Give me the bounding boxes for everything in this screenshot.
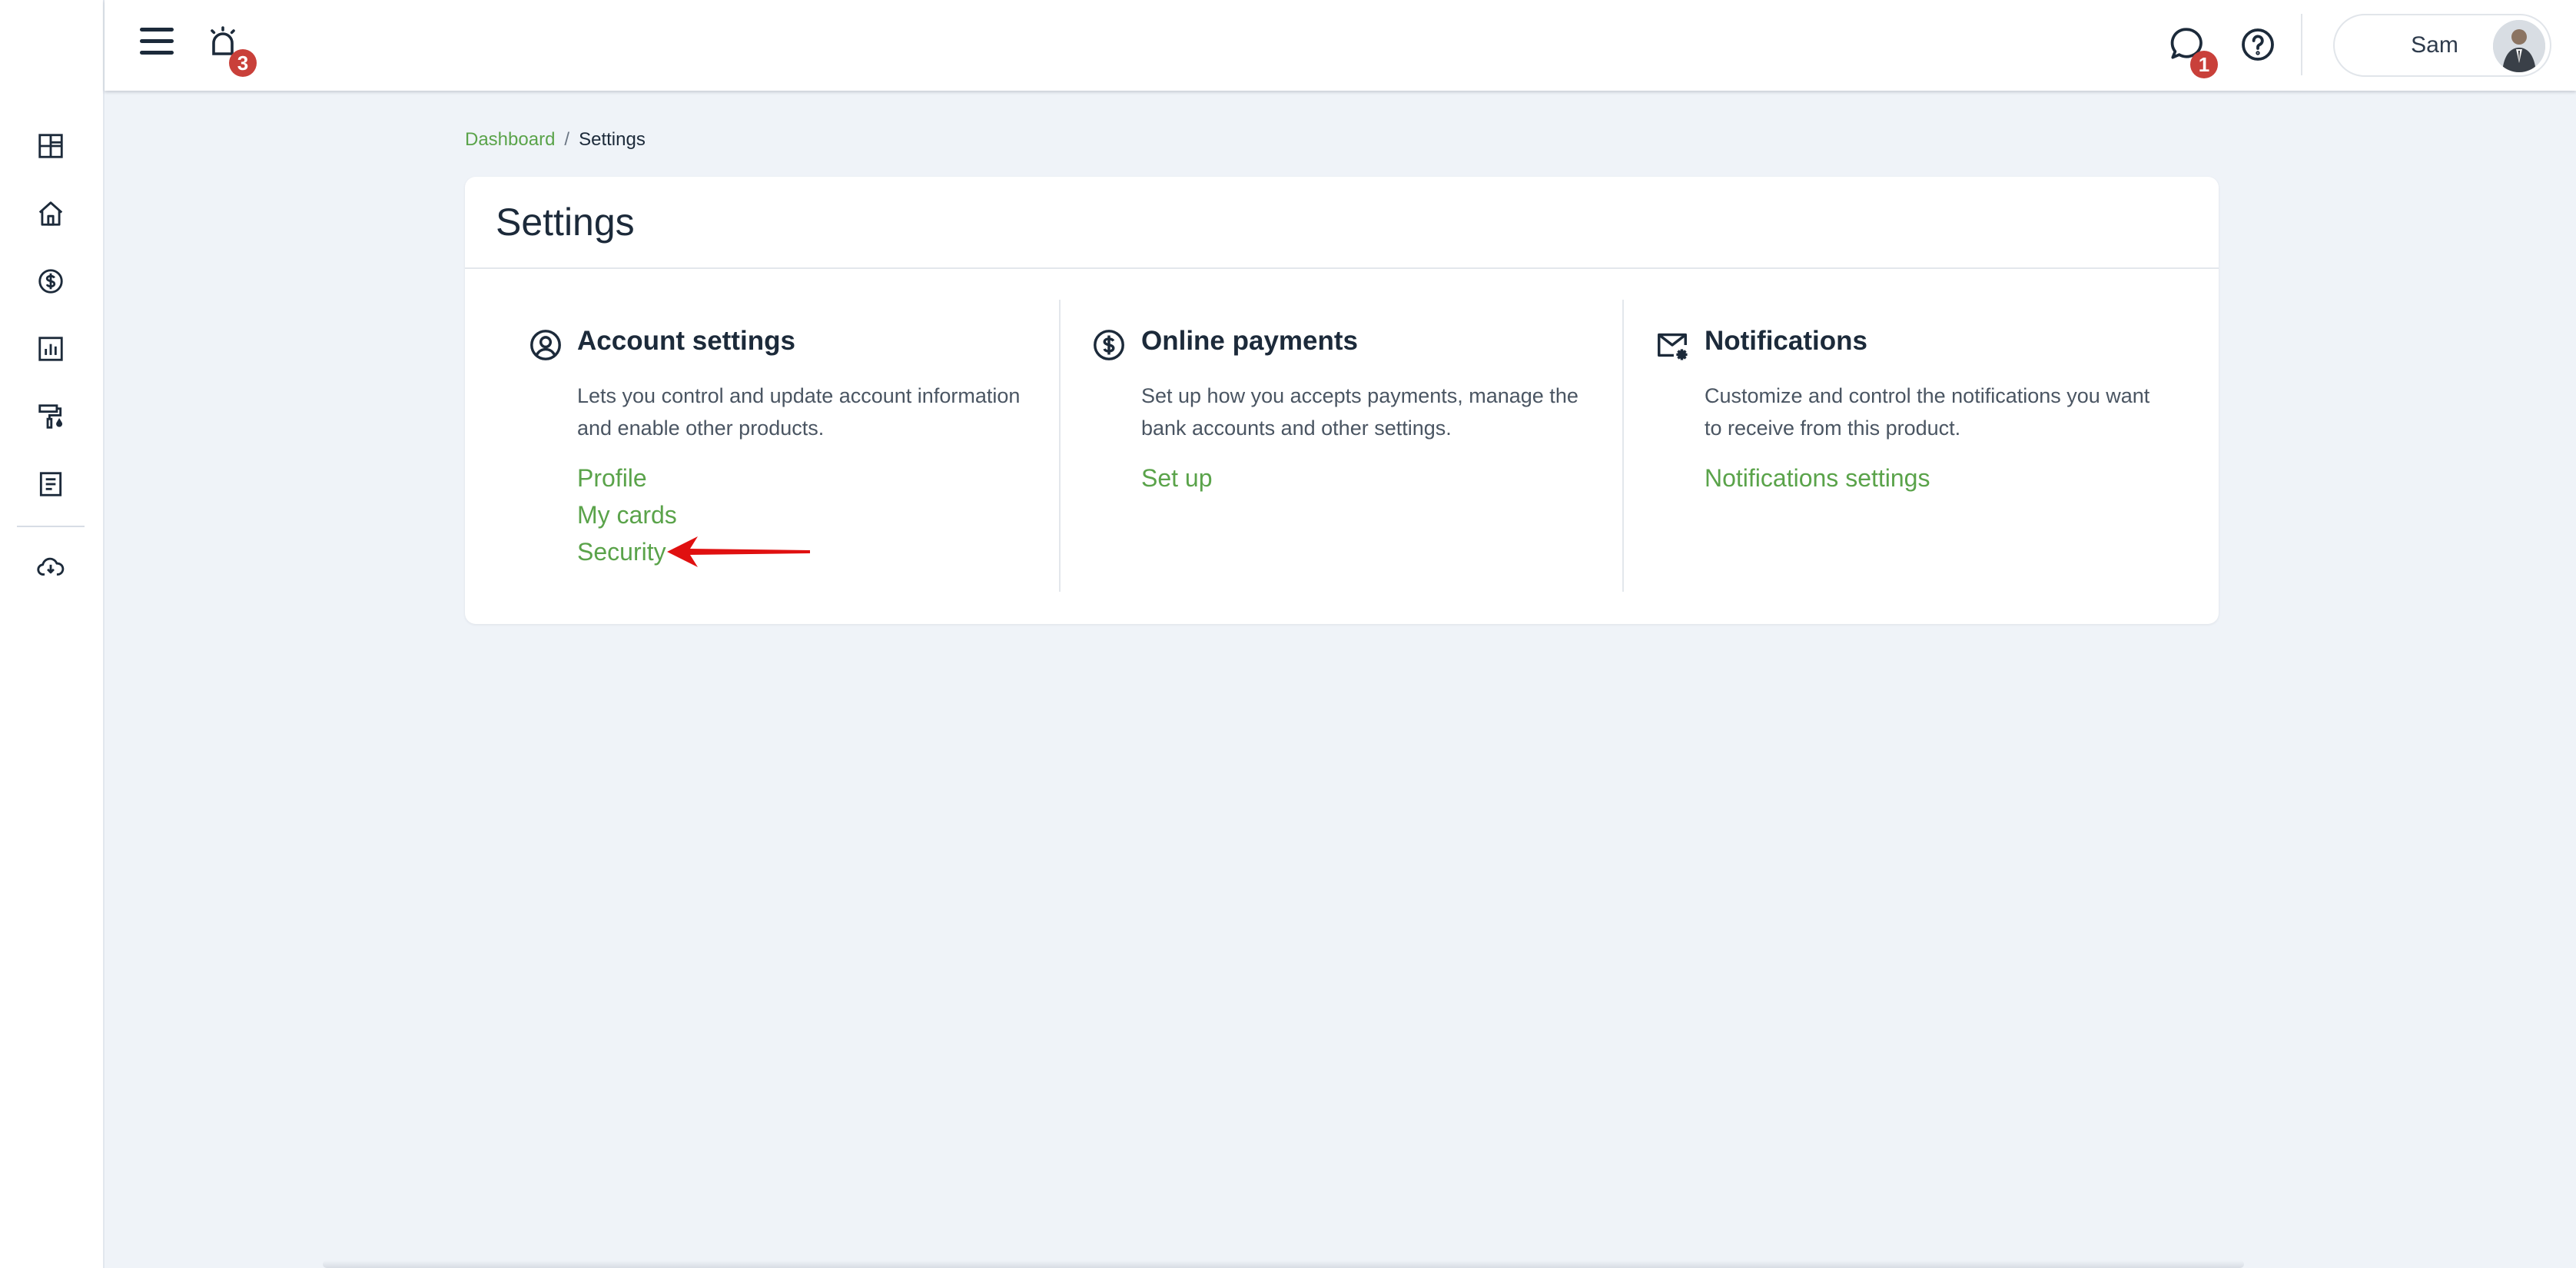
breadcrumb-dashboard-link[interactable]: Dashboard bbox=[465, 129, 555, 150]
section-description: Set up how you accepts payments, manage … bbox=[1141, 384, 1578, 440]
bottom-shadow bbox=[323, 1260, 2244, 1268]
online-payments-section: Online payments Set up how you accepts p… bbox=[1059, 300, 1622, 592]
section-description: Lets you control and update account info… bbox=[577, 384, 1021, 440]
sidebar-divider bbox=[17, 526, 85, 527]
my-cards-link[interactable]: My cards bbox=[577, 496, 677, 533]
home-icon[interactable] bbox=[35, 198, 66, 229]
dollar-circle-icon[interactable] bbox=[35, 266, 66, 297]
card-header: Settings bbox=[465, 177, 2219, 269]
hamburger-menu-icon[interactable] bbox=[140, 28, 174, 61]
sidebar bbox=[0, 0, 105, 1268]
account-links: Profile My cards Security bbox=[577, 460, 677, 570]
chat-bubble-icon[interactable]: 1 bbox=[2167, 25, 2218, 78]
security-link[interactable]: Security bbox=[577, 533, 677, 570]
alarm-badge: 3 bbox=[229, 49, 257, 77]
header-divider bbox=[2301, 14, 2302, 75]
user-circle-icon bbox=[528, 327, 563, 363]
page-title: Settings bbox=[496, 201, 635, 244]
breadcrumb-separator: / bbox=[564, 129, 570, 150]
payments-links: Set up bbox=[1141, 460, 1213, 496]
help-question-icon[interactable] bbox=[2239, 26, 2278, 65]
alarm-bell-icon[interactable]: 3 bbox=[206, 23, 257, 77]
breadcrumb: Dashboard / Settings bbox=[465, 129, 646, 151]
breadcrumb-current: Settings bbox=[579, 129, 646, 150]
top-header: 3 1 Sam bbox=[105, 0, 2576, 91]
paint-roller-icon[interactable] bbox=[35, 401, 66, 432]
section-title: Notifications bbox=[1705, 326, 1867, 356]
user-menu-button[interactable]: Sam bbox=[2333, 14, 2551, 77]
notifications-settings-link[interactable]: Notifications settings bbox=[1705, 460, 1930, 496]
set-up-link[interactable]: Set up bbox=[1141, 460, 1213, 496]
mail-gear-icon bbox=[1655, 327, 1690, 363]
section-title: Account settings bbox=[577, 326, 795, 356]
profile-link[interactable]: Profile bbox=[577, 460, 677, 496]
chat-badge: 1 bbox=[2190, 51, 2218, 78]
section-description: Customize and control the notifications … bbox=[1705, 384, 2150, 440]
notifications-section: Notifications Customize and control the … bbox=[1622, 300, 2186, 592]
document-icon[interactable] bbox=[35, 469, 66, 500]
dashboard-grid-icon[interactable] bbox=[35, 131, 66, 161]
section-title: Online payments bbox=[1141, 326, 1359, 356]
bar-chart-icon[interactable] bbox=[35, 334, 66, 364]
user-name: Sam bbox=[2411, 32, 2458, 58]
annotation-arrow bbox=[667, 536, 810, 567]
notifications-links: Notifications settings bbox=[1705, 460, 1930, 496]
cloud-download-icon[interactable] bbox=[35, 552, 66, 583]
avatar bbox=[2493, 20, 2545, 72]
dollar-circle-icon bbox=[1091, 327, 1127, 363]
